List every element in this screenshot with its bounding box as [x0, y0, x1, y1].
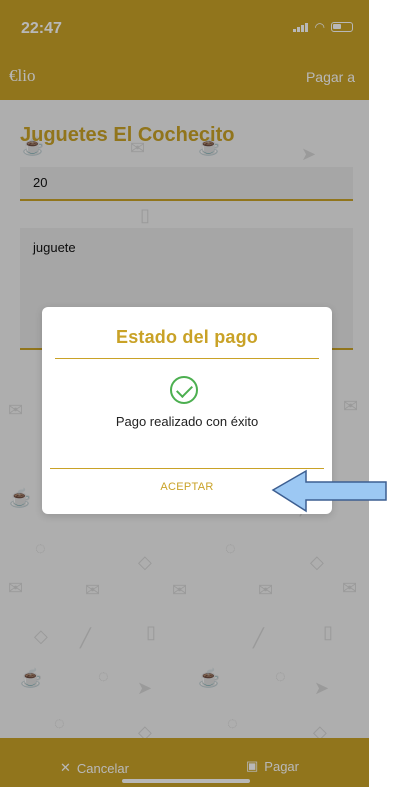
check-icon: [170, 376, 198, 404]
dialog-title: Estado del pago: [115, 327, 259, 347]
success-message: Pago realizado con éxito: [115, 414, 259, 429]
arrow-icon: [271, 469, 387, 513]
phone-screen: 22:47 ◠ €lio Pagar a ☕ ✉ ☕ ➤ ▯ ✉ ✉ ☕ ╱ ╱…: [0, 0, 369, 787]
title-divider: [55, 358, 319, 359]
